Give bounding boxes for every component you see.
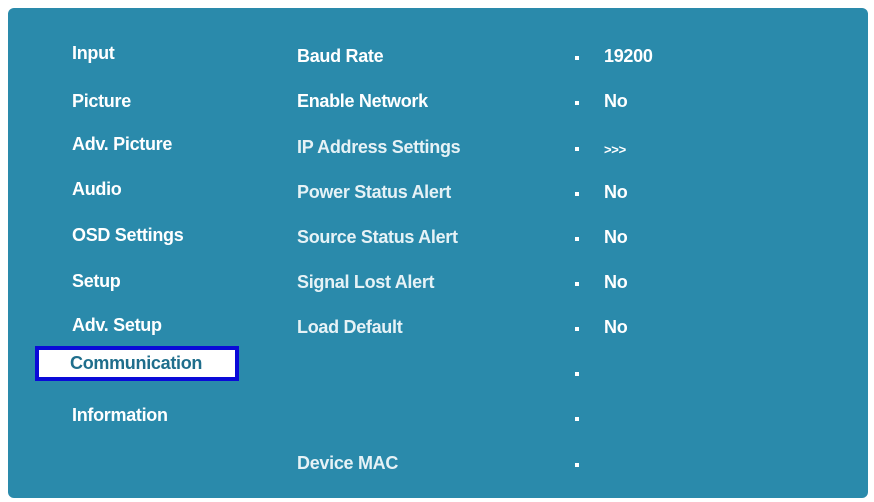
row-bullet [575, 463, 579, 467]
value-source-status-alert[interactable]: No [604, 226, 628, 248]
setting-label-load-default[interactable]: Load Default [297, 316, 403, 338]
row-bullet [575, 237, 579, 241]
menu-item-osd-settings[interactable]: OSD Settings [72, 224, 184, 246]
row-bullet [575, 192, 579, 196]
value-signal-lost-alert[interactable]: No [604, 271, 628, 293]
value-load-default[interactable]: No [604, 316, 628, 338]
menu-item-input[interactable]: Input [72, 42, 115, 64]
row-bullet [575, 372, 579, 376]
osd-menu-panel: Input Picture Adv. Picture Audio OSD Set… [8, 8, 868, 498]
setting-label-enable-network[interactable]: Enable Network [297, 90, 428, 112]
menu-item-adv-picture[interactable]: Adv. Picture [72, 133, 172, 155]
row-bullet [575, 56, 579, 60]
row-bullet [575, 417, 579, 421]
value-baud-rate[interactable]: 19200 [604, 45, 653, 67]
row-bullet [575, 147, 579, 151]
setting-label-source-status-alert[interactable]: Source Status Alert [297, 226, 458, 248]
value-enable-network[interactable]: No [604, 90, 628, 112]
menu-item-adv-setup[interactable]: Adv. Setup [72, 314, 162, 336]
setting-label-ip-address-settings[interactable]: IP Address Settings [297, 136, 461, 158]
value-ip-address-settings-arrows[interactable]: >>> [604, 139, 626, 161]
setting-label-device-mac: Device MAC [297, 453, 399, 473]
row-bullet [575, 282, 579, 286]
menu-item-setup[interactable]: Setup [72, 270, 121, 292]
menu-item-audio[interactable]: Audio [72, 178, 122, 200]
menu-item-picture[interactable]: Picture [72, 90, 131, 112]
setting-label-power-status-alert[interactable]: Power Status Alert [297, 181, 451, 203]
row-bullet [575, 327, 579, 331]
menu-item-communication[interactable]: Communication [35, 346, 239, 381]
value-power-status-alert[interactable]: No [604, 181, 628, 203]
setting-label-signal-lost-alert[interactable]: Signal Lost Alert [297, 271, 435, 293]
menu-item-information[interactable]: Information [72, 404, 168, 426]
row-bullet [575, 101, 579, 105]
setting-label-baud-rate[interactable]: Baud Rate [297, 45, 384, 67]
